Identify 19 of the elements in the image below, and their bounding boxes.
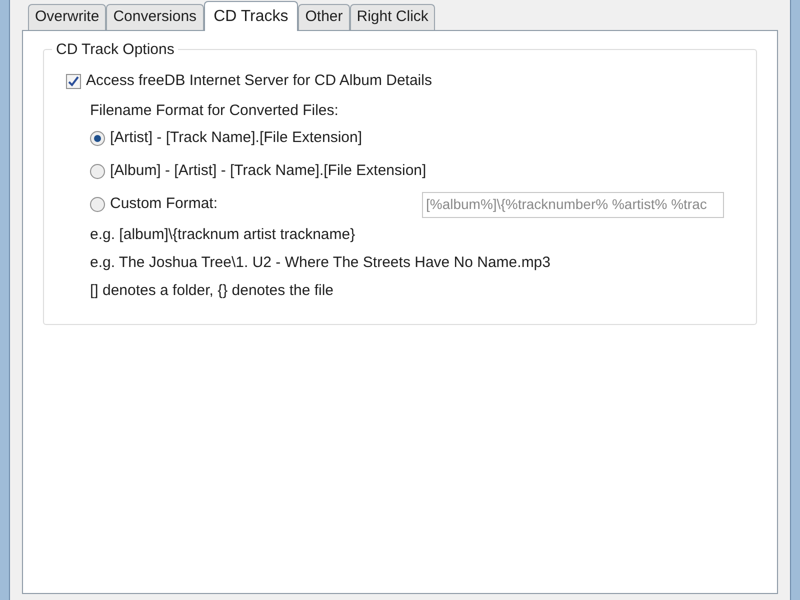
tab[interactable]: CD Tracks [204, 1, 298, 31]
checkbox[interactable] [66, 74, 81, 88]
tab[interactable]: Conversions [106, 4, 204, 30]
tab[interactable]: Other [298, 4, 350, 30]
tab[interactable]: Overwrite [28, 4, 106, 30]
radio-label: [Artist] - [Track Name].[File Extension] [110, 128, 362, 148]
radio-button[interactable] [90, 197, 105, 212]
note-text: [] denotes a folder, {} denotes the file [90, 280, 335, 301]
radio-button[interactable] [90, 164, 105, 179]
radio-label: [Album] - [Artist] - [Track Name].[File Extension] [110, 161, 426, 182]
check-icon [68, 76, 79, 86]
radio-button[interactable] [90, 131, 105, 146]
tab[interactable]: Right Click [350, 4, 436, 30]
checkbox-label: Access freeDB Internet Server for CD Album Details [86, 70, 432, 91]
format-label: Filename Format for Converted Files: [90, 101, 340, 121]
note-text: e.g. The Joshua Tree\1. U2 - Where The Streets Have No Name.mp3 [90, 252, 552, 273]
radio-label: Custom Format: [110, 194, 218, 214]
custom-format-field[interactable]: [%album%]\{%tracknumber% %artist% %trac [422, 192, 724, 218]
note-text: e.g. [album]\{tracknum artist trackname} [90, 224, 356, 245]
